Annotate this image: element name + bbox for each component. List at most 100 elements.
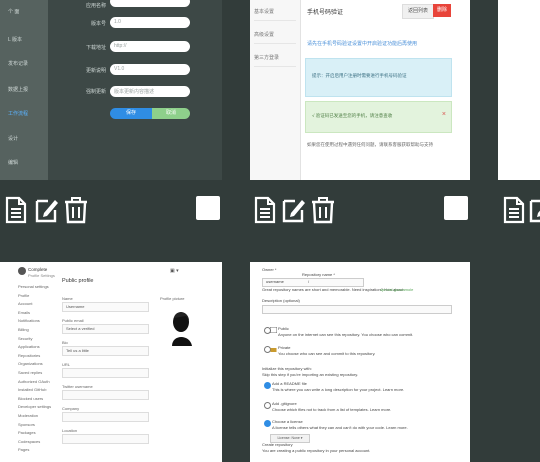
help-link: 请先在手机号码验证设置中开启验证功能后再使用	[307, 41, 418, 47]
field-input	[62, 412, 149, 422]
edit-icon[interactable]	[34, 196, 58, 224]
close-icon: ×	[441, 111, 446, 118]
settings-menu-item: Installed GitHub	[18, 387, 47, 393]
settings-menu-item: Repositories	[18, 352, 41, 358]
form-text: Add a README file	[272, 381, 307, 386]
thumbnail-phone-verify[interactable]: 基本设置 高级设置 第三方登录 手机号码验证 返回列表 删除 请先在手机号码验证…	[250, 0, 470, 180]
photo-label: Profile picture	[160, 296, 185, 301]
document-icon[interactable]	[502, 196, 526, 224]
settings-menu-item: Security	[18, 335, 33, 341]
settings-menu-item: Profile	[18, 292, 30, 298]
settings-menu-item: Billing	[18, 327, 29, 332]
settings-menu-item: Pages	[18, 447, 30, 453]
form-text: You choose who can see and commit to thi…	[278, 351, 376, 356]
thumbnail-partial[interactable]	[498, 0, 540, 180]
owner-value: username	[266, 279, 284, 284]
edit-icon[interactable]	[281, 196, 305, 224]
field-label: URL	[62, 362, 71, 367]
select-checkbox-2[interactable]	[444, 196, 468, 220]
form-field: http://	[110, 41, 190, 52]
save-button: 保存	[110, 108, 152, 119]
settings-menu-item: Developer settings	[18, 404, 52, 410]
book-icon	[270, 327, 277, 333]
form-field	[110, 0, 190, 7]
field-input	[62, 434, 149, 444]
field-input: Username	[62, 302, 149, 312]
tab-item: 高级设置	[254, 27, 296, 44]
sidebar-item-active: 工作流程	[8, 111, 29, 117]
select-checkbox-1[interactable]	[196, 196, 220, 220]
page-title: Public profile	[62, 278, 94, 284]
account-subtitle: Profile Settings	[28, 273, 55, 278]
settings-menu-item: Organizations	[18, 361, 43, 367]
field-input: Select a verified	[62, 324, 149, 334]
form-text: Repository name *	[302, 272, 335, 277]
settings-menu-item: Authorized OAuth	[18, 378, 50, 384]
form-text: Private	[278, 345, 291, 350]
sidebar-item: 编辑	[8, 160, 19, 166]
readme-checkbox	[264, 382, 271, 389]
info-alert: 提示：开启后用户注册时需要进行手机号码验证	[305, 58, 452, 97]
sidebar-item: 数据上报	[8, 87, 29, 93]
license-checkbox	[264, 420, 271, 427]
settings-menu-item: Applications	[18, 344, 40, 350]
form-text: Add .gitignore	[272, 401, 297, 406]
field-input	[62, 368, 149, 378]
settings-menu-item: Blocked users	[18, 395, 44, 401]
back-button: 返回列表	[402, 4, 434, 19]
form-label: 应用名称	[85, 3, 106, 9]
form-label: 下载地址	[85, 45, 106, 51]
settings-menu-item: Moderation	[18, 413, 39, 418]
sidebar-item: 设计	[8, 136, 19, 142]
page-title: 手机号码验证	[307, 10, 344, 16]
sidebar: 个 面 L 版本 发布记录 数据上报 工作流程 设计 编辑	[0, 0, 48, 180]
form-label: 更新说明	[85, 68, 106, 74]
field-input	[62, 390, 149, 400]
form-text: You are creating a public repository in …	[262, 448, 371, 453]
trash-icon[interactable]	[64, 196, 88, 224]
profile-photo	[172, 312, 192, 346]
avatar-icon	[18, 267, 26, 275]
trash-icon[interactable]	[311, 196, 335, 224]
field-label: Bio	[62, 340, 68, 345]
path-separator: /	[308, 279, 310, 284]
form-field: V1.0	[110, 64, 190, 75]
success-alert: √ 验证码已发送至您的手机，请注意查收 ×	[305, 101, 452, 133]
tab-item: 基本设置	[254, 4, 296, 21]
field-label: Location	[62, 428, 78, 433]
field-label: Company	[62, 406, 80, 411]
sidebar-item: L 版本	[8, 37, 22, 43]
field-label: Public email	[62, 318, 84, 323]
settings-menu-item: Saved replies	[18, 370, 43, 375]
form-field: 1.0	[110, 17, 190, 28]
form-text: Choose a license	[272, 419, 303, 424]
field-input: Tell us a little	[62, 346, 149, 356]
field-label: Twitter username	[62, 384, 93, 389]
document-icon[interactable]	[4, 196, 28, 224]
settings-menu-item: Account	[18, 301, 33, 307]
thumbnail-version-form[interactable]: 个 面 L 版本 发布记录 数据上报 工作流程 设计 编辑 应用名称 版本号 下…	[0, 0, 222, 180]
form-text: A license tells others what they can and…	[272, 425, 408, 430]
form-label: 强制更新	[85, 89, 106, 95]
settings-menu-item: Codespaces	[18, 438, 41, 444]
sidebar-item: 发布记录	[8, 61, 29, 67]
form-text: Owner *	[262, 267, 277, 272]
form-label: 版本号	[90, 21, 106, 27]
footer-note: 如果您在使用过程中遇到任何问题，请联系客服获取帮助与支持	[307, 142, 433, 147]
edit-icon[interactable]	[528, 196, 540, 224]
form-text: Choose which files not to track from a l…	[272, 407, 392, 412]
cancel-button: 取消	[152, 108, 190, 119]
form-text: Anyone on the internet can see this repo…	[278, 332, 414, 337]
settings-menu-item: Personal settings	[18, 284, 49, 289]
lock-icon	[270, 348, 277, 352]
sidebar-item: 个 面	[8, 9, 20, 15]
menu-icon: ▣ ▾	[170, 268, 179, 274]
thumbnail-profile-settings[interactable]: Complete Profile Settings Public profile…	[0, 262, 222, 462]
document-icon[interactable]	[253, 196, 277, 224]
settings-menu-item: Packages	[18, 430, 36, 436]
delete-button: 删除	[433, 4, 451, 17]
form-text: Initialize this repository with:	[262, 366, 312, 371]
form-field: 版本更新内容描述	[110, 86, 190, 97]
thumbnail-new-repository[interactable]: Owner * Repository name * Great repository…	[250, 262, 470, 462]
account-name: Complete	[28, 267, 48, 272]
